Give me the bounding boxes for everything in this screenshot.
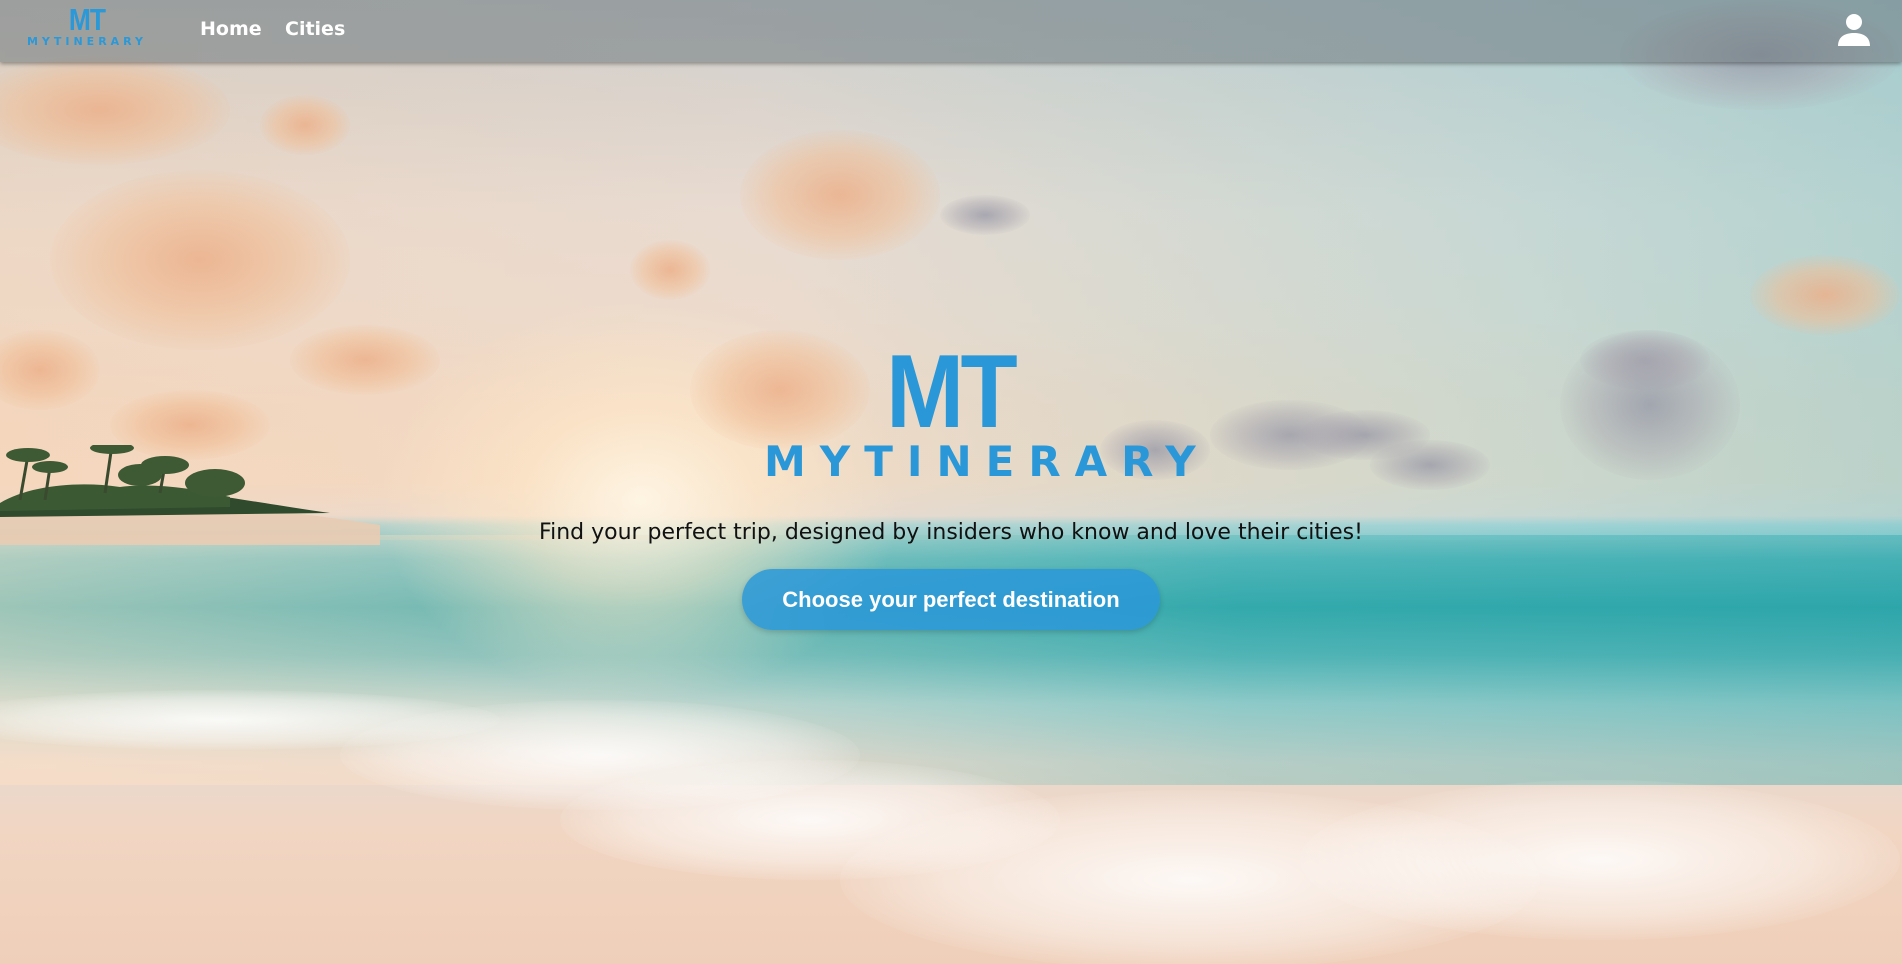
cloud <box>940 195 1030 235</box>
cloud <box>1370 440 1490 490</box>
choose-destination-button[interactable]: Choose your perfect destination <box>742 569 1160 630</box>
user-account-button[interactable] <box>1834 10 1874 50</box>
landing-page: MT MYTINERARY Home Cities MT MYTINERARY … <box>0 0 1902 964</box>
cloud <box>1560 330 1740 480</box>
cloud <box>260 95 350 155</box>
nav-link-cities[interactable]: Cities <box>285 18 345 40</box>
wave-foam <box>1300 780 1900 940</box>
logo-mark: MT <box>68 2 106 37</box>
hero-logo-mark: MT <box>886 334 1018 450</box>
hero-tagline: Find your perfect trip, designed by insi… <box>539 520 1363 545</box>
logo-wordmark: MYTINERARY <box>26 35 148 48</box>
hero-logo: MT MYTINERARY <box>750 334 1196 485</box>
island-palm-trees <box>0 445 380 545</box>
navbar-logo[interactable]: MT MYTINERARY <box>22 4 152 54</box>
cloud <box>740 130 940 260</box>
top-navbar: MT MYTINERARY Home Cities <box>0 0 1902 62</box>
cloud <box>1750 255 1900 335</box>
cloud <box>630 240 710 300</box>
nav-link-home[interactable]: Home <box>200 18 262 40</box>
cloud <box>50 170 350 350</box>
user-icon <box>1838 14 1870 46</box>
cloud <box>290 325 440 395</box>
